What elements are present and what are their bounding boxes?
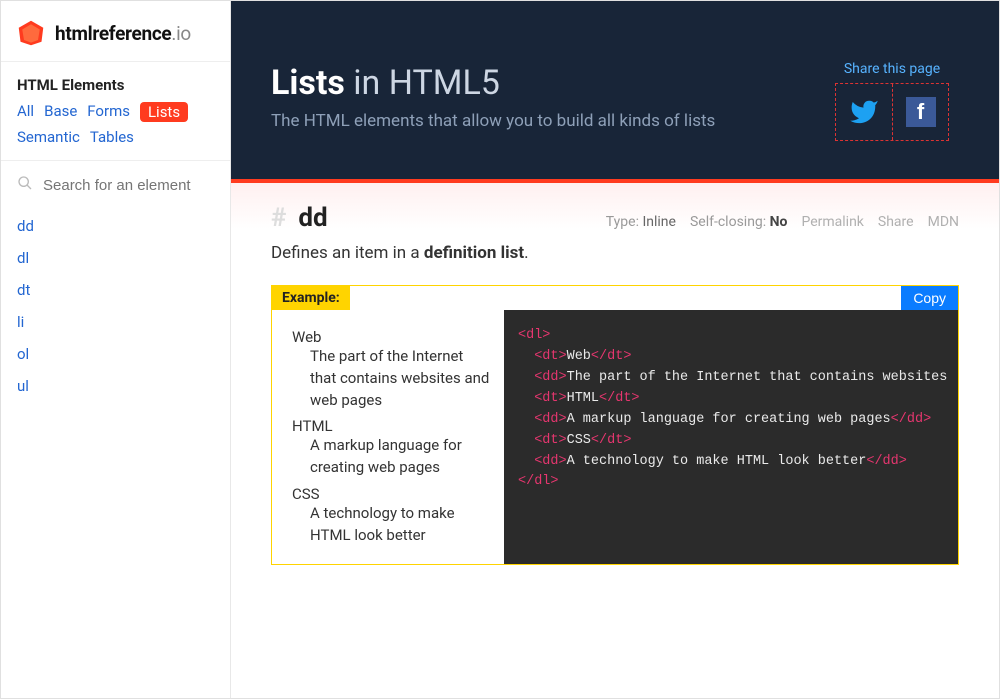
sidebar-section: HTML Elements All Base Forms Lists Semantic T…	[1, 61, 230, 160]
share-label: Share this page	[835, 61, 949, 77]
preview-definition: The part of the Internet that contains w…	[310, 346, 490, 411]
filter-semantic[interactable]: Semantic	[17, 128, 80, 146]
entry-head: # dd Type: Inline Self-closing: No Perma…	[271, 203, 959, 233]
meta-selfclosing-value: No	[770, 214, 788, 230]
entry-meta: Type: Inline Self-closing: No Permalink …	[606, 214, 959, 230]
main: Lists in HTML5 The HTML elements that al…	[231, 1, 999, 698]
meta-type-label: Type:	[606, 214, 639, 230]
element-link-ol[interactable]: ol	[17, 345, 214, 363]
entry: # dd Type: Inline Self-closing: No Perma…	[231, 229, 999, 585]
example-code: <dl> <dt>Web</dt> <dd>The part of the In…	[504, 310, 958, 564]
permalink-link[interactable]: Permalink	[801, 214, 863, 230]
filter-tags: All Base Forms Lists Semantic Tables	[17, 102, 214, 146]
element-link-dl[interactable]: dl	[17, 249, 214, 267]
share-twitter[interactable]	[836, 84, 892, 140]
hero: Lists in HTML5 The HTML elements that al…	[231, 1, 999, 179]
preview-definition: A technology to make HTML look better	[310, 503, 490, 547]
entry-name: dd	[298, 203, 327, 233]
filter-base[interactable]: Base	[44, 102, 77, 122]
copy-button[interactable]: Copy	[901, 286, 958, 310]
search-block	[1, 160, 230, 209]
example-preview: WebThe part of the Internet that contain…	[272, 310, 504, 564]
facebook-icon: f	[906, 97, 936, 127]
element-link-dt[interactable]: dt	[17, 281, 214, 299]
entry-description: Defines an item in a definition list.	[271, 243, 959, 263]
sidebar: htmlreference.io HTML Elements All Base Fo…	[1, 1, 231, 698]
logo[interactable]: htmlreference.io	[1, 1, 230, 61]
filter-all[interactable]: All	[17, 102, 34, 122]
element-link-li[interactable]: li	[17, 313, 214, 331]
filter-tables[interactable]: Tables	[90, 128, 134, 146]
meta-selfclosing-label: Self-closing:	[690, 214, 766, 230]
element-list: dd dl dt li ol ul	[1, 209, 230, 403]
filter-forms[interactable]: Forms	[87, 102, 130, 122]
hash-icon[interactable]: #	[271, 203, 286, 233]
share-facebook[interactable]: f	[892, 84, 948, 140]
mdn-link[interactable]: MDN	[928, 214, 959, 230]
preview-term: CSS	[292, 485, 490, 503]
logo-text: htmlreference.io	[55, 22, 191, 45]
twitter-icon	[849, 97, 879, 127]
preview-term: Web	[292, 328, 490, 346]
share-icons: f	[835, 83, 949, 141]
logo-icon	[17, 19, 45, 47]
share-block: Share this page f	[835, 61, 949, 141]
filter-lists[interactable]: Lists	[140, 102, 188, 122]
element-link-ul[interactable]: ul	[17, 377, 214, 395]
meta-type-value: Inline	[642, 214, 676, 230]
example: Example: Copy WebThe part of the Interne…	[271, 285, 959, 565]
sidebar-section-title: HTML Elements	[17, 76, 214, 94]
example-label: Example:	[272, 286, 350, 310]
search-input[interactable]	[43, 177, 214, 194]
preview-definition: A markup language for creating web pages	[310, 435, 490, 479]
element-link-dd[interactable]: dd	[17, 217, 214, 235]
share-link[interactable]: Share	[878, 214, 914, 230]
search-icon	[17, 175, 33, 195]
preview-term: HTML	[292, 417, 490, 435]
